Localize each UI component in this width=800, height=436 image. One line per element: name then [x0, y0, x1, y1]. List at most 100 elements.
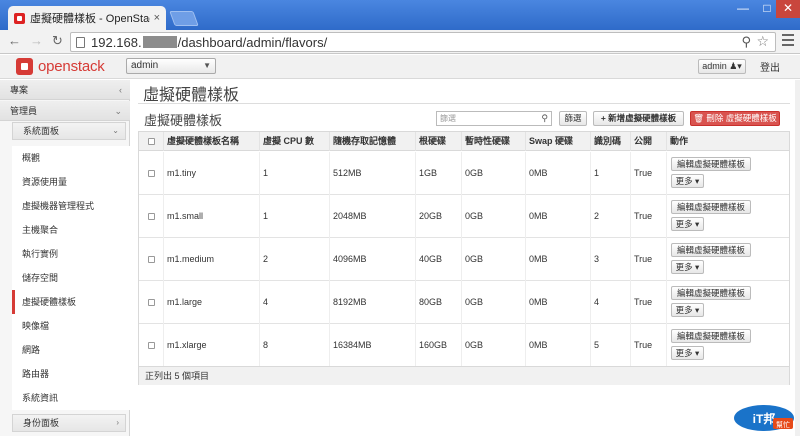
edit-flavor-button[interactable]: 編輯虛擬硬體樣板	[671, 286, 751, 300]
cell-vcpus: 1	[259, 195, 268, 238]
browser-toolbar: ← → ↻ 192.168./dashboard/admin/flavors/ …	[0, 30, 800, 54]
column-header-name[interactable]: 虛擬硬體樣板名稱	[163, 132, 239, 151]
edit-flavor-button[interactable]: 編輯虛擬硬體樣板	[671, 157, 751, 171]
masked-ip-block	[142, 35, 177, 48]
cell-root: 1GB	[415, 152, 437, 195]
url-text: 192.168./dashboard/admin/flavors/	[91, 34, 328, 50]
cell-root: 160GB	[415, 324, 447, 367]
ithome-watermark-logo: iT邦 幫忙	[734, 405, 794, 431]
reload-icon[interactable]: ↻	[52, 33, 63, 49]
cell-public: True	[630, 281, 652, 324]
table-row: m1.small 1 2048MB 20GB 0GB 0MB 2 True 編輯虛擬硬體樣板 更多…	[139, 195, 789, 238]
row-checkbox[interactable]	[148, 299, 155, 306]
caret-down-icon: ▾	[692, 176, 700, 186]
sidebar-item-routers[interactable]: 路由器	[12, 362, 130, 386]
cell-public: True	[630, 195, 652, 238]
sidebar-subsection-identity[interactable]: 身份面板 ›	[12, 414, 126, 432]
sidebar-section-project[interactable]: 專案 ‹	[0, 80, 130, 100]
table-row: m1.xlarge 8 16384MB 160GB 0GB 0MB 5 True 編輯虛擬硬體樣…	[139, 324, 789, 367]
sidebar-item-overview[interactable]: 概觀	[12, 146, 130, 170]
cell-swap: 0MB	[525, 281, 548, 324]
edit-flavor-button[interactable]: 編輯虛擬硬體樣板	[671, 329, 751, 343]
cell-actions: 編輯虛擬硬體樣板 更多 ▾	[666, 195, 789, 238]
page-icon	[76, 36, 85, 48]
sidebar-item-images[interactable]: 映像檔	[12, 314, 130, 338]
filter-input[interactable]: 篩選 ⚲	[436, 111, 552, 126]
browser-tab[interactable]: 虛擬硬體樣板 - OpenStack ×	[8, 6, 166, 30]
row-checkbox[interactable]	[148, 256, 155, 263]
cell-ephemeral: 0GB	[461, 324, 483, 367]
select-all-checkbox[interactable]	[148, 138, 155, 145]
cell-name: m1.xlarge	[163, 324, 207, 367]
new-tab-button[interactable]	[169, 11, 199, 26]
cell-ram: 2048MB	[329, 195, 367, 238]
page-scrollbar[interactable]	[795, 80, 800, 436]
sidebar-item-instances[interactable]: 執行實例	[12, 242, 130, 266]
table-row: m1.large 4 8192MB 80GB 0GB 0MB 4 True 編輯虛擬硬體樣板 更多…	[139, 281, 789, 324]
tab-close-icon[interactable]: ×	[154, 12, 160, 24]
more-actions-button[interactable]: 更多 ▾	[671, 174, 704, 188]
table-header: 虛擬硬體樣板名稱 虛擬 CPU 數隨機存取記憶體 根硬碟 暫時性硬碟 Swap 硬碟 識別…	[139, 132, 789, 151]
sidebar-item-system-info[interactable]: 系統資訊	[12, 386, 130, 410]
table-footer: 正列出 5 個項目	[139, 366, 789, 385]
project-select[interactable]: admin ▼	[126, 58, 216, 74]
window-minimize-button[interactable]: —	[730, 0, 756, 18]
sidebar-item-volumes[interactable]: 儲存空間	[12, 266, 130, 290]
delete-flavors-button[interactable]: 🗑 刪除 虛擬硬體樣板	[690, 111, 780, 126]
cell-ram: 16384MB	[329, 324, 372, 367]
cell-public: True	[630, 152, 652, 195]
column-header-ephemeral[interactable]: 暫時性硬碟	[461, 132, 510, 151]
cell-actions: 編輯虛擬硬體樣板 更多 ▾	[666, 281, 789, 324]
user-menu-button[interactable]: admin ♟▾	[698, 59, 746, 74]
sidebar-item-hypervisors[interactable]: 虛擬機器管理程式	[12, 194, 130, 218]
window-close-button[interactable]: ✕	[776, 0, 800, 18]
sidebar-item-host-aggregates[interactable]: 主機聚合	[12, 218, 130, 242]
cell-name: m1.large	[163, 281, 202, 324]
filter-button[interactable]: 篩選	[559, 111, 587, 126]
dashboard-header: openstack admin ▼ admin ♟▾ 登出	[0, 55, 800, 79]
zoom-search-icon[interactable]: ⚲	[741, 34, 751, 50]
project-select-value: admin	[131, 60, 159, 71]
more-actions-button[interactable]: 更多 ▾	[671, 217, 704, 231]
sidebar-item-networks[interactable]: 網路	[12, 338, 130, 362]
caret-down-icon: ▾	[692, 305, 700, 315]
chevron-down-icon: ⌄	[114, 106, 122, 116]
back-arrow-icon[interactable]: ←	[8, 33, 21, 49]
row-checkbox[interactable]	[148, 170, 155, 177]
tab-title: 虛擬硬體樣板 - OpenStack	[30, 13, 150, 25]
column-header-ram[interactable]: 隨機存取記憶體	[329, 132, 396, 151]
cell-name: m1.small	[163, 195, 203, 238]
signout-link[interactable]: 登出	[760, 59, 780, 74]
more-actions-button[interactable]: 更多 ▾	[671, 260, 704, 274]
openstack-logo[interactable]: openstack	[16, 58, 105, 75]
chevron-left-icon: ›	[116, 418, 119, 427]
sidebar-item-usage[interactable]: 資源使用量	[12, 170, 130, 194]
column-header-swap[interactable]: Swap 硬碟	[525, 132, 573, 151]
cell-swap: 0MB	[525, 152, 548, 195]
title-divider	[138, 103, 790, 104]
cell-ram: 4096MB	[329, 238, 367, 281]
column-header-vcpus[interactable]: 虛擬 CPU 數	[259, 132, 314, 151]
row-checkbox[interactable]	[148, 342, 155, 349]
more-actions-button[interactable]: 更多 ▾	[671, 346, 704, 360]
sidebar-item-flavors[interactable]: 虛擬硬體樣板	[12, 290, 130, 314]
more-actions-button[interactable]: 更多 ▾	[671, 303, 704, 317]
table-title: 虛擬硬體樣板	[144, 113, 223, 128]
sidebar-section-admin[interactable]: 管理員 ⌄	[0, 101, 130, 121]
cell-name: m1.tiny	[163, 152, 196, 195]
create-flavor-button[interactable]: + 新增虛擬硬體樣板	[593, 111, 684, 126]
column-header-root[interactable]: 根硬碟	[415, 132, 446, 151]
sidebar-subsection-system[interactable]: 系統面板 ⌄	[12, 122, 126, 140]
edit-flavor-button[interactable]: 編輯虛擬硬體樣板	[671, 243, 751, 257]
forward-arrow-icon[interactable]: →	[30, 33, 43, 49]
column-header-actions[interactable]: 動作	[666, 132, 688, 151]
address-bar[interactable]: 192.168./dashboard/admin/flavors/ ⚲ ☆	[70, 32, 776, 52]
flavors-table: 虛擬硬體樣板名稱 虛擬 CPU 數隨機存取記憶體 根硬碟 暫時性硬碟 Swap 硬碟 識別…	[138, 131, 790, 385]
bookmark-star-icon[interactable]: ☆	[756, 33, 769, 50]
row-checkbox[interactable]	[148, 213, 155, 220]
column-header-id[interactable]: 識別碼	[590, 132, 621, 151]
browser-menu-icon[interactable]	[782, 34, 794, 49]
column-header-public[interactable]: 公開	[630, 132, 652, 151]
cell-swap: 0MB	[525, 324, 548, 367]
edit-flavor-button[interactable]: 編輯虛擬硬體樣板	[671, 200, 751, 214]
